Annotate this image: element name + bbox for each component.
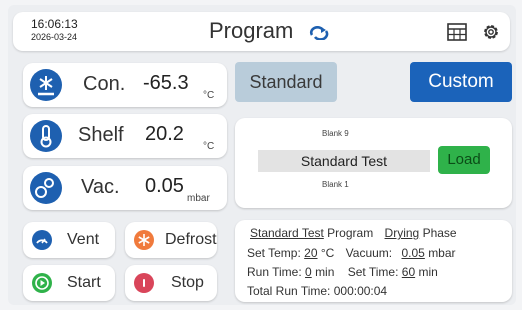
set-temp-label: Set Temp: <box>247 246 301 260</box>
vacuum-icon <box>30 172 62 204</box>
vent-label: Vent <box>67 231 100 248</box>
clock-time: 16:06:13 <box>31 17 78 31</box>
play-icon <box>32 273 52 293</box>
info-line-program: Standard Test Program Drying Phase <box>250 226 457 240</box>
vacuum-setpoint-value: 0.05 <box>401 246 425 260</box>
custom-mode-button[interactable]: Custom <box>410 62 512 102</box>
stop-button[interactable]: Stop <box>125 265 217 301</box>
info-line-total: Total Run Time: 000:00:04 <box>247 284 387 298</box>
run-time-value: 0 <box>305 265 312 279</box>
stop-icon <box>134 273 154 293</box>
program-word: Program <box>327 226 374 240</box>
set-time-value: 60 <box>401 265 416 279</box>
set-time-unit: min <box>418 265 438 279</box>
info-line-run-time: Run Time: 0 min Set Time: 60 min <box>247 265 438 279</box>
program-option-above[interactable]: Blank 9 <box>322 129 349 138</box>
shelf-unit: °C <box>203 141 215 152</box>
table-icon[interactable] <box>447 23 467 46</box>
standard-mode-button[interactable]: Standard <box>235 62 337 102</box>
program-selected[interactable]: Standard Test <box>258 150 430 172</box>
page-title: Program <box>209 18 294 43</box>
set-time-label: Set Time: <box>347 265 399 279</box>
condenser-value: -65.3 <box>143 72 189 94</box>
info-line-set-temp: Set Temp: 20 °C Vacuum: 0.05 mbar <box>247 246 456 260</box>
gauge-icon <box>32 230 52 250</box>
snowflake-icon <box>30 69 62 101</box>
clock-date: 2026-03-24 <box>31 32 78 42</box>
vacuum-value: 0.05 <box>145 175 184 197</box>
set-temp-unit: °C <box>320 246 335 260</box>
thermometer-icon <box>30 120 62 152</box>
total-run-time-value: 000:00:04 <box>333 284 388 298</box>
vacuum-label: Vac. <box>81 176 120 198</box>
phase-value: Drying <box>384 226 420 240</box>
program-name-value: Standard Test <box>250 226 324 240</box>
vacuum-unit: mbar <box>187 193 210 204</box>
program-option-below[interactable]: Blank 1 <box>322 180 349 189</box>
vacuum-setpoint-label: Vacuum: <box>345 246 393 260</box>
vent-button[interactable]: Vent <box>23 222 115 258</box>
defrost-label: Defrost <box>165 231 217 248</box>
run-time-unit: min <box>315 265 335 279</box>
run-time-label: Run Time: <box>247 265 302 279</box>
set-temp-value: 20 <box>304 246 318 260</box>
gear-icon[interactable] <box>481 22 501 47</box>
condenser-label: Con. <box>83 73 126 95</box>
defrost-icon <box>134 230 154 250</box>
start-button[interactable]: Start <box>23 265 115 301</box>
shelf-card: Shelf 20.2 °C <box>23 114 227 158</box>
start-label: Start <box>67 274 101 291</box>
vacuum-card: Vac. 0.05 mbar <box>23 166 227 210</box>
vacuum-setpoint-unit: mbar <box>428 246 456 260</box>
phase-word: Phase <box>422 226 457 240</box>
header-bar: 16:06:13 2026-03-24 Program <box>13 12 510 51</box>
condenser-card: Con. -65.3 °C <box>23 63 227 107</box>
condenser-unit: °C <box>203 90 215 101</box>
shelf-label: Shelf <box>78 124 124 146</box>
refresh-icon[interactable] <box>309 26 329 45</box>
stop-label: Stop <box>171 274 204 291</box>
defrost-button[interactable]: Defrost <box>125 222 217 258</box>
load-button[interactable]: Load <box>438 146 490 174</box>
total-run-time-label: Total Run Time: <box>247 284 331 298</box>
shelf-value: 20.2 <box>145 123 184 145</box>
